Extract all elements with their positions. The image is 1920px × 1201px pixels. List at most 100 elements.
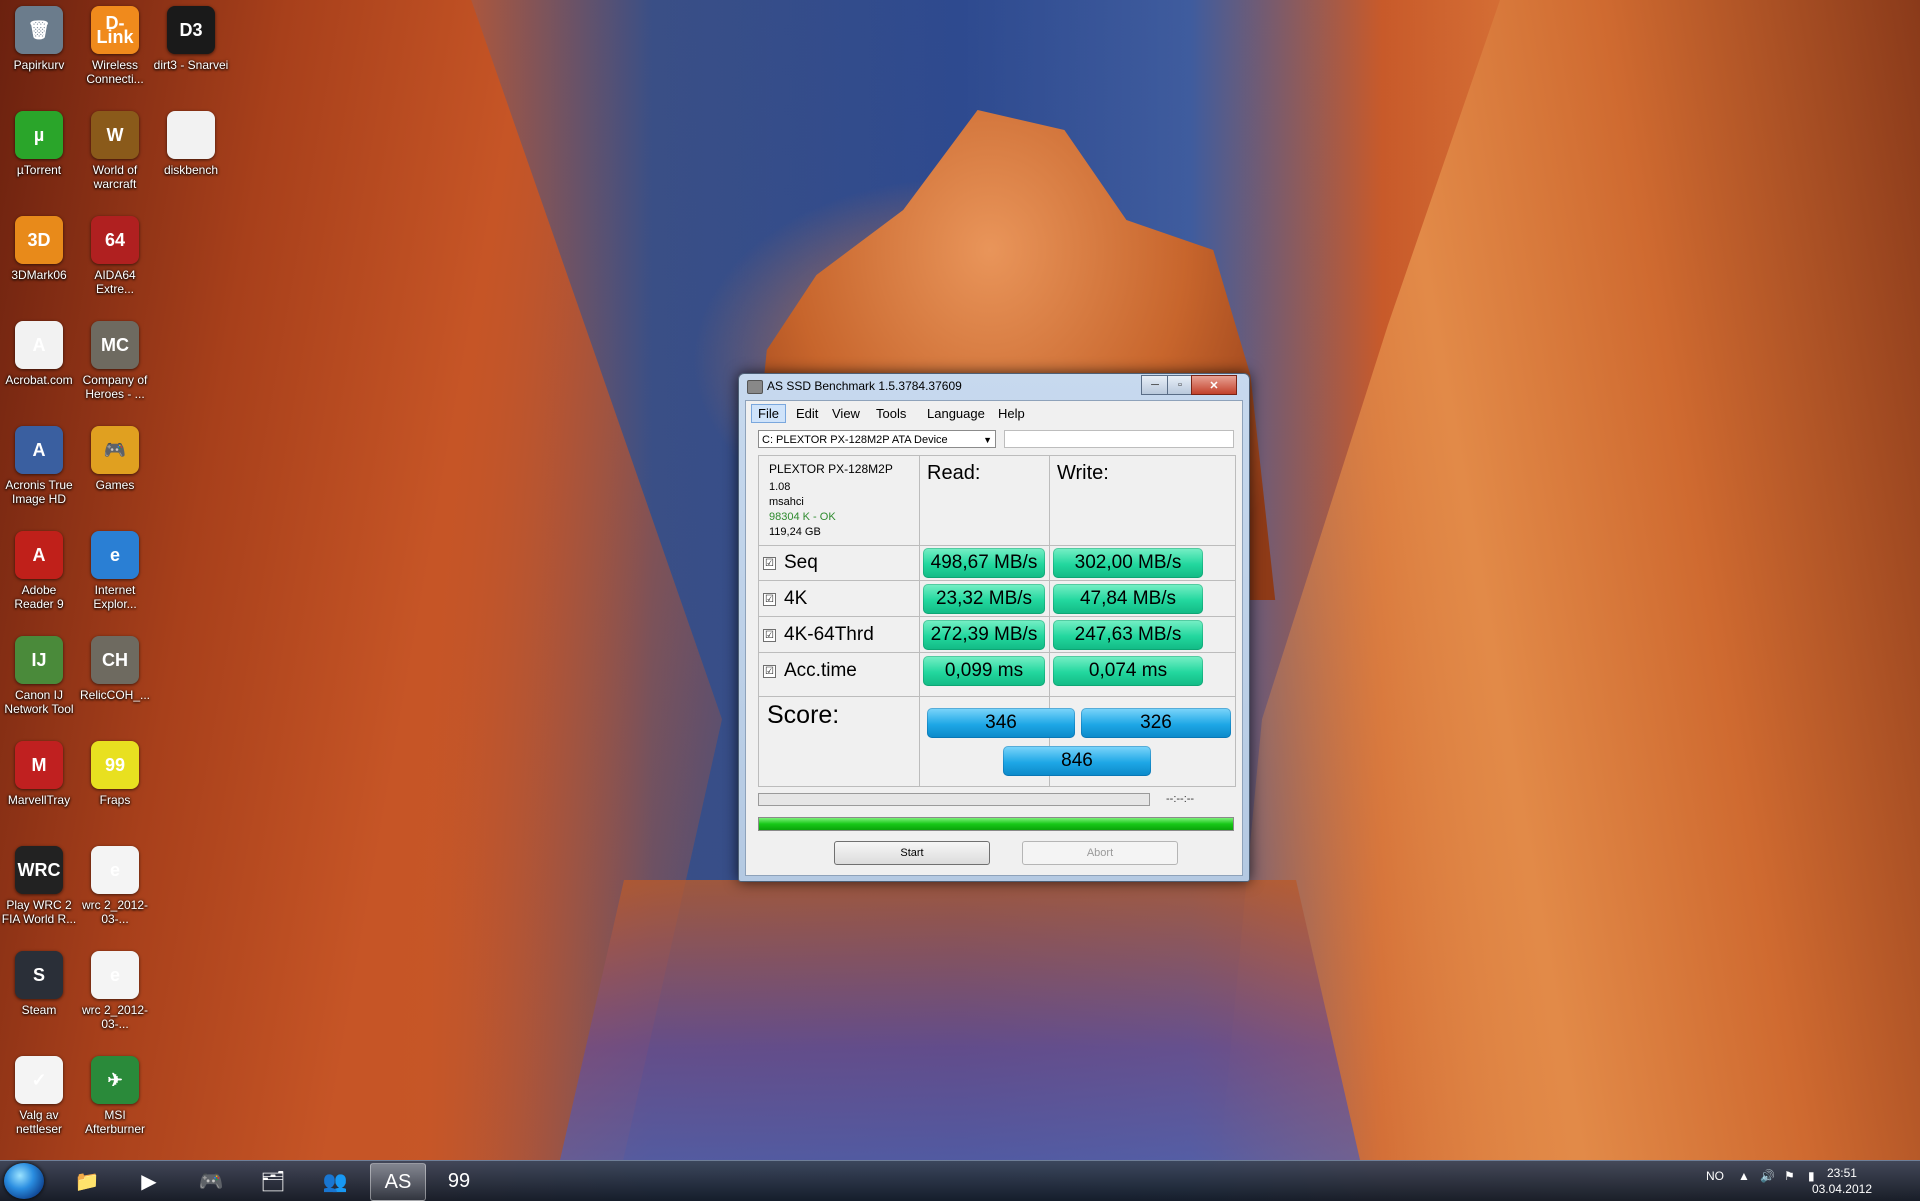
clock-date: 03.04.2012 [1811,1182,1872,1196]
results-grid: PLEXTOR PX-128M2P 1.08 msahci 98304 K - … [758,455,1236,787]
seq-checkbox[interactable]: ☑ [763,556,776,570]
desktop-icon[interactable]: MC Company of Heroes - ... [77,321,153,401]
desktop-icon[interactable]: WRC Play WRC 2 FIA World R... [1,846,77,926]
desktop-icon[interactable]: A Acronis True Image HD [1,426,77,506]
desktop-icon[interactable]: ✈ MSI Afterburner [77,1056,153,1136]
desktop-icon-image: 99 [91,741,139,789]
window-title: AS SSD Benchmark 1.5.3784.37609 [767,379,962,393]
volume-icon[interactable]: 🔊 [1760,1169,1775,1183]
desktop-icon[interactable]: 🗑 Papirkurv [1,6,77,72]
desktop-icon-label: Games [95,478,135,492]
taskbar-folder-button[interactable]: 🗂 [246,1163,300,1199]
desktop-icon[interactable]: CH RelicCOH_... [77,636,153,702]
menu-edit[interactable]: Edit [790,405,824,422]
desktop-icon-label: dirt3 - Snarvei [153,58,229,72]
desktop-icon-image: 🗑 [15,6,63,54]
desktop-icon[interactable]: ✓ Valg av nettleser [1,1056,77,1136]
menu-help[interactable]: Help [992,405,1031,422]
language-indicator[interactable]: NO [1706,1169,1724,1183]
taskbar-games-button[interactable]: 🎮 [184,1163,238,1199]
desktop-icon[interactable]: A Adobe Reader 9 [1,531,77,611]
total-progress-bar [758,817,1234,831]
drive-dropdown[interactable]: C: PLEXTOR PX-128M2P ATA Device ▼ [758,430,996,448]
desktop-icon-image: D-Link [91,6,139,54]
desktop-icon[interactable]: S Steam [1,951,77,1017]
taskbar-fraps-button[interactable]: 99 [432,1163,486,1199]
chevron-down-icon: ▼ [983,435,992,445]
desktop-icon[interactable]: W World of warcraft [77,111,153,191]
desktop-icon[interactable]: e wrc 2_2012-03-... [77,846,153,926]
close-button[interactable]: ✕ [1191,375,1237,395]
desktop-icon-image: A [15,321,63,369]
write-header: Write: [1057,462,1109,484]
4k-read-value: 23,32 MB/s [923,584,1045,614]
as-ssd-window[interactable]: AS SSD Benchmark 1.5.3784.37609 ─ ▫ ✕ Fi… [738,373,1250,882]
desktop-icon-image: S [15,951,63,999]
desktop-icon-image: A [15,531,63,579]
title-bar[interactable]: AS SSD Benchmark 1.5.3784.37609 ─ ▫ ✕ [739,374,1249,398]
menu-tools[interactable]: Tools [870,405,912,422]
seq-label: Seq [784,552,818,573]
maximize-button[interactable]: ▫ [1167,375,1193,395]
show-hidden-icons-icon[interactable]: ▲ [1738,1169,1750,1183]
desktop-icon[interactable]: 64 AIDA64 Extre... [77,216,153,296]
desktop-icon-label: Fraps [99,793,131,807]
menu-file[interactable]: File [751,404,786,423]
acc-time-label: Acc.time [784,660,857,681]
desktop-icon[interactable]: e wrc 2_2012-03-... [77,951,153,1031]
4k-64thrd-checkbox[interactable]: ☑ [763,628,776,642]
desktop-icon[interactable]: e Internet Explor... [77,531,153,611]
start-button[interactable]: Start [834,841,990,865]
desktop-icon-label: Valg av nettleser [15,1108,63,1136]
desktop-icon[interactable]: A Acrobat.com [1,321,77,387]
drive-dropdown-value: C: PLEXTOR PX-128M2P ATA Device [762,434,948,446]
clock[interactable]: 23:51 03.04.2012 [1812,1165,1872,1197]
desktop-icon-label: Adobe Reader 9 [14,583,64,611]
desktop-icon[interactable]: D3 dirt3 - Snarvei [153,6,229,72]
action-center-icon[interactable]: ⚑ [1784,1169,1795,1183]
desktop-icon-image: WRC [15,846,63,894]
desktop-icon-label: µTorrent [16,163,62,177]
menu-language[interactable]: Language [921,405,991,422]
desktop-icon-label: MarvellTray [7,793,71,807]
taskbar: 📁 ▶ 🎮 🗂 👥 AS 99 NO ▲ 🔊 ⚑ ▮ 23:51 03.04.2012 [0,1160,1920,1201]
drive-driver: msahci [769,496,804,508]
desktop-icon[interactable]: 🎮 Games [77,426,153,492]
taskbar-explorer-button[interactable]: 📁 [60,1163,114,1199]
menu-view[interactable]: View [826,405,866,422]
desktop-icon-label: World of warcraft [92,163,138,191]
desktop-icon-label: Company of Heroes - ... [82,373,148,401]
desktop-icon-label: RelicCOH_... [79,688,150,702]
4k-label: 4K [784,588,808,609]
desktop-icon[interactable]: D-Link Wireless Connecti... [77,6,153,86]
4k-64thrd-read-value: 272,39 MB/s [923,620,1045,650]
desktop-icon[interactable]: 99 Fraps [77,741,153,807]
abort-button[interactable]: Abort [1022,841,1178,865]
4k-64thrd-label: 4K-64Thrd [784,624,874,645]
desktop-icon-label: Steam [21,1003,57,1017]
desktop-icon[interactable]: diskbench [153,111,229,177]
desktop-icon-image: e [91,951,139,999]
start-button[interactable] [4,1163,44,1199]
drive-size: 119,24 GB [769,526,821,538]
score-total-value: 846 [1003,746,1151,776]
wallpaper-reflection [560,880,1360,1160]
desktop-icon[interactable]: 3D 3DMark06 [1,216,77,282]
desktop-icon-label: Canon IJ Network Tool [4,688,74,716]
desktop-icon-image: MC [91,321,139,369]
taskbar-media-player-button[interactable]: ▶ [122,1163,176,1199]
wallpaper-canyon-right [1220,0,1920,1160]
task-progress-bar [758,793,1150,806]
minimize-button[interactable]: ─ [1141,375,1169,395]
desktop-icon[interactable]: M MarvellTray [1,741,77,807]
acc-time-checkbox[interactable]: ☑ [763,664,776,678]
taskbar-as-ssd-button[interactable]: AS [370,1163,426,1201]
desktop-icon-label: Acronis True Image HD [5,478,73,506]
4k-checkbox[interactable]: ☑ [763,592,776,606]
status-field [1004,430,1234,448]
desktop-icon-image: 3D [15,216,63,264]
desktop-icon[interactable]: IJ Canon IJ Network Tool [1,636,77,716]
desktop-icon[interactable]: µ µTorrent [1,111,77,177]
desktop-icon-image: IJ [15,636,63,684]
taskbar-messenger-button[interactable]: 👥 [308,1163,362,1199]
